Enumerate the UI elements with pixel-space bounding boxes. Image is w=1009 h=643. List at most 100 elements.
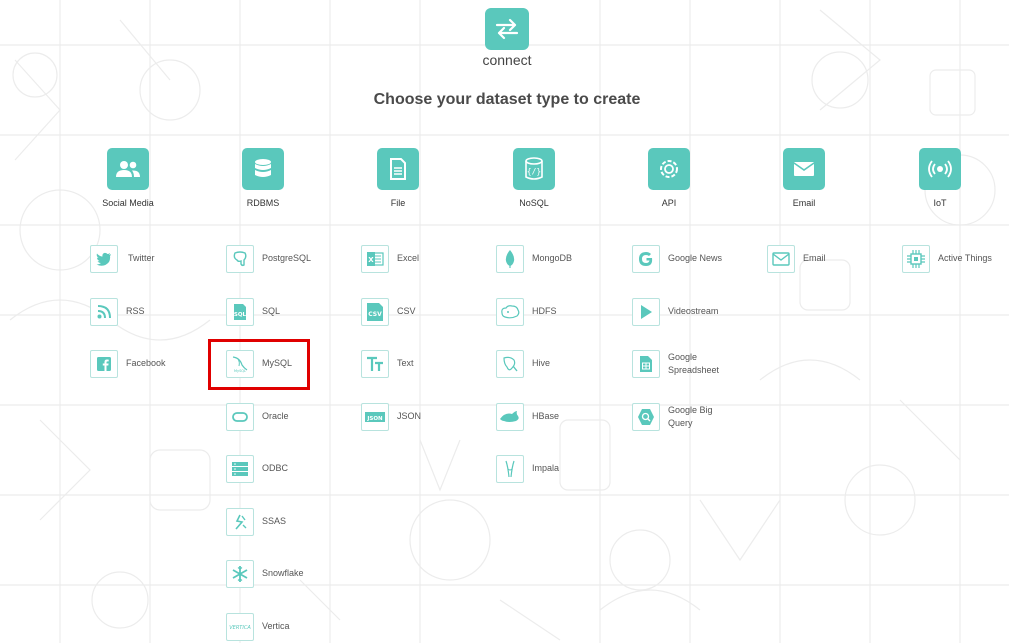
item-mongodb[interactable]: MongoDB bbox=[496, 245, 616, 275]
item-label: Email bbox=[803, 253, 826, 263]
item-snowflake[interactable]: Snowflake bbox=[226, 560, 346, 590]
item-label: Excel bbox=[397, 253, 420, 263]
swap-arrows-icon bbox=[495, 18, 519, 40]
item-hbase[interactable]: HBase bbox=[496, 403, 616, 433]
item-label-line2: Query bbox=[668, 418, 693, 428]
item-vertica[interactable]: VERTICA Vertica bbox=[226, 613, 346, 643]
selection-highlight bbox=[208, 339, 310, 390]
item-label: Videostream bbox=[668, 306, 719, 316]
item-label: SQL bbox=[262, 306, 281, 316]
item-google-big-query[interactable]: Google Big Query bbox=[632, 403, 752, 433]
play-icon bbox=[632, 298, 660, 326]
hbase-icon bbox=[496, 403, 524, 431]
item-label: RSS bbox=[126, 306, 145, 316]
page-title: Choose your dataset type to create bbox=[373, 91, 641, 108]
postgresql-icon bbox=[226, 245, 254, 273]
category-social-media[interactable]: Social Media bbox=[73, 148, 183, 208]
item-label: Hive bbox=[532, 358, 551, 368]
hdfs-icon bbox=[496, 298, 524, 326]
envelope-icon bbox=[783, 148, 825, 190]
item-label: Google Big Query bbox=[668, 404, 713, 430]
item-label-line2: Spreadsheet bbox=[668, 365, 720, 375]
item-label: ODBC bbox=[262, 463, 289, 473]
item-active-things[interactable]: Active Things bbox=[902, 245, 1009, 275]
item-label: Google Spreadsheet bbox=[668, 351, 719, 377]
hive-icon bbox=[496, 350, 524, 378]
google-icon bbox=[632, 245, 660, 273]
item-json[interactable]: JSON JSON bbox=[361, 403, 481, 433]
svg-text:X: X bbox=[368, 256, 374, 264]
mongodb-icon bbox=[496, 245, 524, 273]
api-gear-icon bbox=[648, 148, 690, 190]
oracle-icon bbox=[226, 403, 254, 431]
category-label: Social Media bbox=[102, 198, 154, 208]
item-impala[interactable]: Impala bbox=[496, 455, 616, 485]
logo-label: connect bbox=[482, 52, 532, 68]
item-label: Text bbox=[397, 358, 414, 368]
item-label-line1: Google Big bbox=[668, 405, 713, 415]
item-hdfs[interactable]: HDFS bbox=[496, 298, 616, 328]
people-icon bbox=[107, 148, 149, 190]
item-twitter[interactable]: Twitter bbox=[90, 245, 210, 275]
rss-icon bbox=[90, 298, 118, 326]
item-csv[interactable]: CSV CSV bbox=[361, 298, 481, 328]
item-google-news[interactable]: Google News bbox=[632, 245, 752, 275]
item-ssas[interactable]: SSAS bbox=[226, 508, 346, 538]
item-google-spreadsheet[interactable]: Google Spreadsheet bbox=[632, 350, 752, 380]
item-label: Oracle bbox=[262, 411, 289, 421]
item-label: CSV bbox=[397, 306, 416, 316]
category-api[interactable]: API bbox=[614, 148, 724, 208]
item-sql[interactable]: SQL SQL bbox=[226, 298, 346, 328]
item-label: Vertica bbox=[262, 621, 290, 631]
chip-icon bbox=[902, 245, 930, 273]
category-label: IoT bbox=[933, 198, 947, 208]
twitter-icon bbox=[90, 245, 118, 273]
dataset-type-chooser: connect Choose your dataset type to crea… bbox=[0, 0, 1009, 643]
item-odbc[interactable]: ODBC bbox=[226, 455, 346, 485]
app-logo[interactable]: connect bbox=[482, 8, 532, 68]
odbc-icon bbox=[226, 455, 254, 483]
category-rdbms[interactable]: RDBMS bbox=[208, 148, 318, 208]
item-facebook[interactable]: Facebook bbox=[90, 350, 210, 380]
category-label: File bbox=[390, 198, 406, 208]
item-videostream[interactable]: Videostream bbox=[632, 298, 752, 328]
category-iot[interactable]: IoT bbox=[885, 148, 995, 208]
excel-icon: X bbox=[361, 245, 389, 273]
item-label: Facebook bbox=[126, 358, 166, 368]
item-rss[interactable]: RSS bbox=[90, 298, 210, 328]
snowflake-icon bbox=[226, 560, 254, 588]
item-label: JSON bbox=[397, 411, 422, 421]
category-label: Email bbox=[792, 198, 816, 208]
item-label: Active Things bbox=[938, 253, 992, 263]
category-label: RDBMS bbox=[246, 198, 280, 208]
svg-text:{/}: {/} bbox=[527, 167, 541, 176]
item-email[interactable]: Email bbox=[767, 245, 887, 275]
category-nosql[interactable]: {/} NoSQL bbox=[479, 148, 589, 208]
category-label: NoSQL bbox=[519, 198, 549, 208]
item-label: Google News bbox=[668, 253, 723, 263]
item-hive[interactable]: Hive bbox=[496, 350, 616, 380]
category-file[interactable]: File bbox=[343, 148, 453, 208]
category-email[interactable]: Email bbox=[749, 148, 859, 208]
svg-text:CSV: CSV bbox=[368, 311, 382, 318]
item-label-line1: Google bbox=[668, 352, 698, 362]
svg-text:JSON: JSON bbox=[366, 416, 383, 422]
database-icon bbox=[242, 148, 284, 190]
item-text[interactable]: Text bbox=[361, 350, 481, 380]
json-icon: JSON bbox=[361, 403, 389, 431]
facebook-icon bbox=[90, 350, 118, 378]
vertica-icon: VERTICA bbox=[226, 613, 254, 641]
nosql-icon: {/} bbox=[513, 148, 555, 190]
spreadsheet-icon bbox=[632, 350, 660, 378]
item-excel[interactable]: X Excel bbox=[361, 245, 481, 275]
envelope-icon bbox=[767, 245, 795, 273]
broadcast-icon bbox=[919, 148, 961, 190]
impala-icon bbox=[496, 455, 524, 483]
category-label: API bbox=[661, 198, 677, 208]
item-oracle[interactable]: Oracle bbox=[226, 403, 346, 433]
item-label: Twitter bbox=[128, 253, 155, 263]
item-label: HDFS bbox=[532, 306, 557, 316]
item-label: Snowflake bbox=[262, 568, 304, 578]
svg-text:VERTICA: VERTICA bbox=[229, 625, 251, 631]
item-postgresql[interactable]: PostgreSQL bbox=[226, 245, 346, 275]
